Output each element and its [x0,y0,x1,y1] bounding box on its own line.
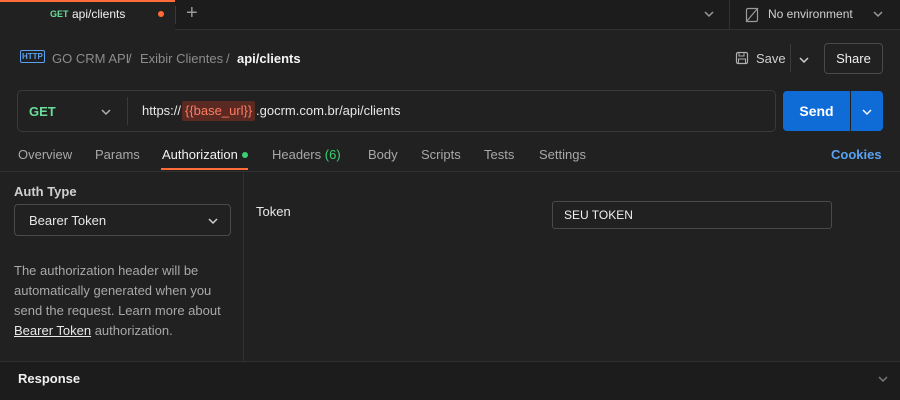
tab-tests[interactable]: Tests [484,147,514,162]
chevron-down-icon [862,109,872,115]
auth-active-dot-icon [242,152,248,158]
url-variable-token[interactable]: {{base_url}} [182,101,256,121]
url-input-suffix[interactable]: .gocrm.com.br/api/clients [256,103,401,118]
send-button[interactable]: Send [783,91,850,131]
tab-scripts[interactable]: Scripts [421,147,461,162]
cookies-link[interactable]: Cookies [831,147,882,162]
tabs-menu-chevron-icon[interactable] [703,8,715,23]
breadcrumb-collection[interactable]: GO CRM API [52,51,129,66]
headers-count-badge: (6) [324,147,341,162]
tab-method-label: GET [50,9,69,19]
save-button[interactable]: Save [756,51,786,66]
http-request-icon: HTTP [20,50,45,63]
method-select[interactable]: GET [29,104,56,119]
unsaved-dot-icon [158,11,164,17]
token-input[interactable] [552,201,832,229]
auth-description-tail: authorization. [91,323,173,338]
tab-overview[interactable]: Overview [18,147,72,162]
share-button[interactable]: Share [824,43,883,74]
environment-divider [729,0,730,30]
tab-settings[interactable]: Settings [539,147,586,162]
url-input-prefix[interactable]: https:// [142,103,181,118]
tab-body[interactable]: Body [368,147,398,162]
breadcrumb-separator: / [226,51,230,66]
breadcrumb-folder[interactable]: Exibir Clientes [140,51,223,66]
environment-selector[interactable]: No environment [768,7,853,21]
auth-type-chevron-icon[interactable] [207,215,219,230]
tab-authorization[interactable]: Authorization [162,147,238,162]
response-title: Response [18,371,81,386]
tab-headers[interactable]: Headers (6) [272,147,341,162]
save-icon[interactable] [735,51,749,68]
send-options-button[interactable] [851,91,883,131]
bearer-token-link[interactable]: Bearer Token [14,323,91,338]
method-divider [127,97,128,125]
auth-type-label: Auth Type [14,184,77,199]
environment-chevron-icon[interactable] [872,8,884,23]
auth-description: The authorization header will be automat… [14,261,234,341]
tab-headers-label: Headers [272,147,322,162]
active-tab-indicator [161,168,248,170]
response-expand-chevron-icon[interactable] [877,373,889,388]
breadcrumb-separator: / [128,51,132,66]
tab-params[interactable]: Params [95,147,140,162]
tab-divider [175,6,176,24]
response-panel[interactable] [0,361,900,400]
breadcrumb-request-name[interactable]: api/clients [237,51,301,66]
save-divider [790,44,791,72]
no-environment-icon [745,7,759,26]
auth-description-text: The authorization header will be automat… [14,263,221,318]
new-tab-plus-icon[interactable]: + [186,3,198,23]
method-chevron-icon[interactable] [100,106,112,121]
auth-type-value[interactable]: Bearer Token [29,213,106,228]
tab-title[interactable]: api/clients [72,7,125,21]
save-options-chevron-icon[interactable] [798,54,810,69]
token-label: Token [256,204,291,219]
